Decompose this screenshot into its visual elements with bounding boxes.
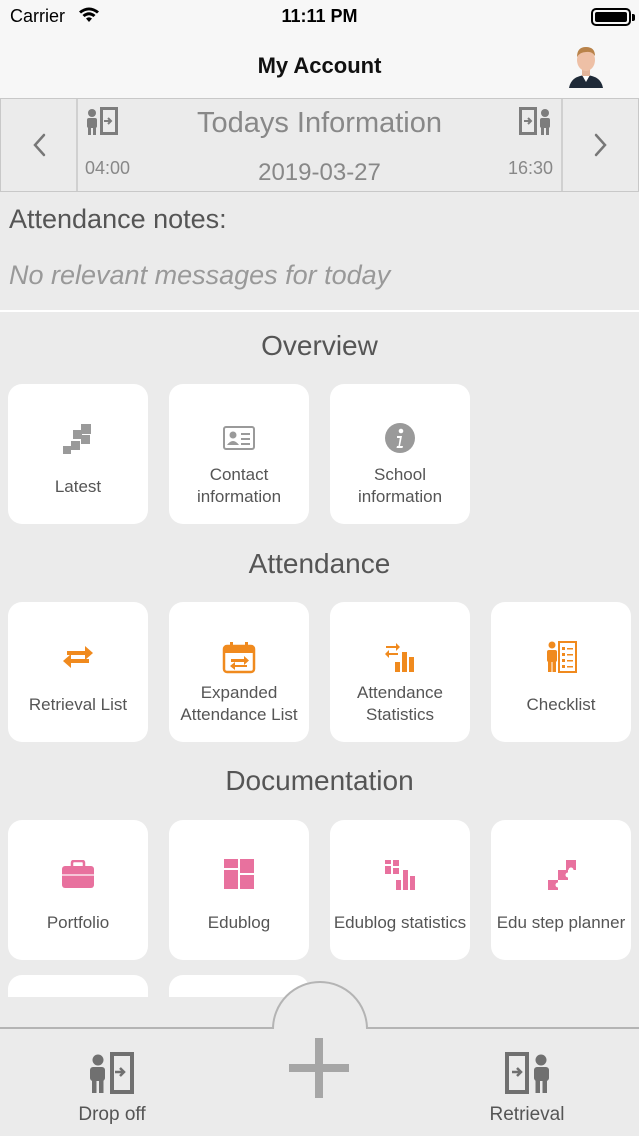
contact-card-icon — [169, 424, 309, 452]
puzzle-steps-icon — [491, 858, 631, 892]
tile-latest[interactable]: Latest — [8, 384, 148, 524]
tile-checklist[interactable]: Checklist — [491, 602, 631, 742]
previous-day-button[interactable] — [0, 99, 78, 191]
tile-edublog[interactable]: Edublog — [169, 820, 309, 960]
retrieval-time: 16:30 — [507, 158, 553, 178]
dropoff-door-icon — [86, 1048, 138, 1101]
tile-expanded-attendance-list[interactable]: Expanded Attendance List — [169, 602, 309, 742]
tile-label: School information — [357, 465, 443, 506]
section-title-attendance: Attendance — [248, 548, 391, 579]
retrieval-button[interactable]: Retrieval — [475, 1040, 579, 1136]
tile-label: Edublog statistics — [333, 913, 467, 932]
latest-icon — [8, 422, 148, 456]
tile-edublog-statistics[interactable]: Edublog statistics — [330, 820, 470, 960]
tile-retrieval-list[interactable]: Retrieval List — [8, 602, 148, 742]
blocks-chart-icon — [330, 858, 470, 892]
tile-label: Portfolio — [46, 913, 110, 932]
section-title-documentation: Documentation — [225, 765, 414, 796]
todays-information-title: Todays Information — [196, 107, 442, 139]
tile-label: Edublog — [207, 913, 271, 932]
tile-edu-step-planner[interactable]: Edu step planner — [491, 820, 631, 960]
page-title: My Account — [257, 53, 382, 78]
attendance-notes-title: Attendance notes: — [9, 204, 227, 234]
chevron-left-icon — [32, 133, 45, 157]
status-bar: Carrier 11:11 PM — [0, 0, 639, 36]
tile-label: Expanded Attendance List — [180, 683, 298, 724]
dropoff-label: Drop off — [78, 1104, 146, 1125]
grid-blocks-icon — [169, 858, 309, 890]
dropoff-button[interactable]: Drop off — [60, 1040, 164, 1136]
clock: 11:11 PM — [281, 6, 358, 26]
attendance-notes: Attendance notes: No relevant messages f… — [0, 192, 639, 312]
today-date: 2019-03-27 — [258, 159, 381, 186]
tile-label: Attendance Statistics — [356, 683, 443, 724]
plus-icon — [289, 1038, 349, 1098]
tile-school-information[interactable]: School information — [330, 384, 470, 524]
tile-label: Checklist — [526, 695, 596, 714]
bar-chart-swap-icon — [330, 640, 470, 674]
avatar[interactable] — [565, 42, 607, 88]
todays-information-panel: Todays Information 04:00 2019-03-27 16:3… — [0, 99, 639, 192]
attendance-notes-message: No relevant messages for today — [9, 260, 391, 290]
next-day-button[interactable] — [561, 99, 639, 191]
calendar-swap-icon — [169, 640, 309, 674]
section-title-overview: Overview — [261, 330, 378, 361]
info-icon — [330, 422, 470, 454]
tile-partial[interactable] — [8, 975, 148, 997]
nav-bar: My Account — [0, 36, 639, 99]
tile-contact-information[interactable]: Contact information — [169, 384, 309, 524]
tile-portfolio[interactable]: Portfolio — [8, 820, 148, 960]
tile-label: Latest — [54, 477, 102, 496]
checklist-person-icon — [491, 640, 631, 674]
tile-label: Retrieval List — [28, 695, 128, 714]
battery-icon — [591, 8, 635, 26]
chevron-right-icon — [594, 133, 607, 157]
tile-label: Contact information — [196, 465, 282, 506]
tile-attendance-statistics[interactable]: Attendance Statistics — [330, 602, 470, 742]
todays-information-center: Todays Information 04:00 2019-03-27 16:3… — [80, 99, 559, 191]
briefcase-icon — [8, 860, 148, 890]
tile-label: Edu step planner — [496, 913, 626, 932]
retrieval-label: Retrieval — [489, 1104, 565, 1125]
retrieval-door-icon — [501, 1048, 553, 1101]
swap-arrows-icon — [8, 642, 148, 672]
add-button[interactable] — [287, 1036, 351, 1100]
